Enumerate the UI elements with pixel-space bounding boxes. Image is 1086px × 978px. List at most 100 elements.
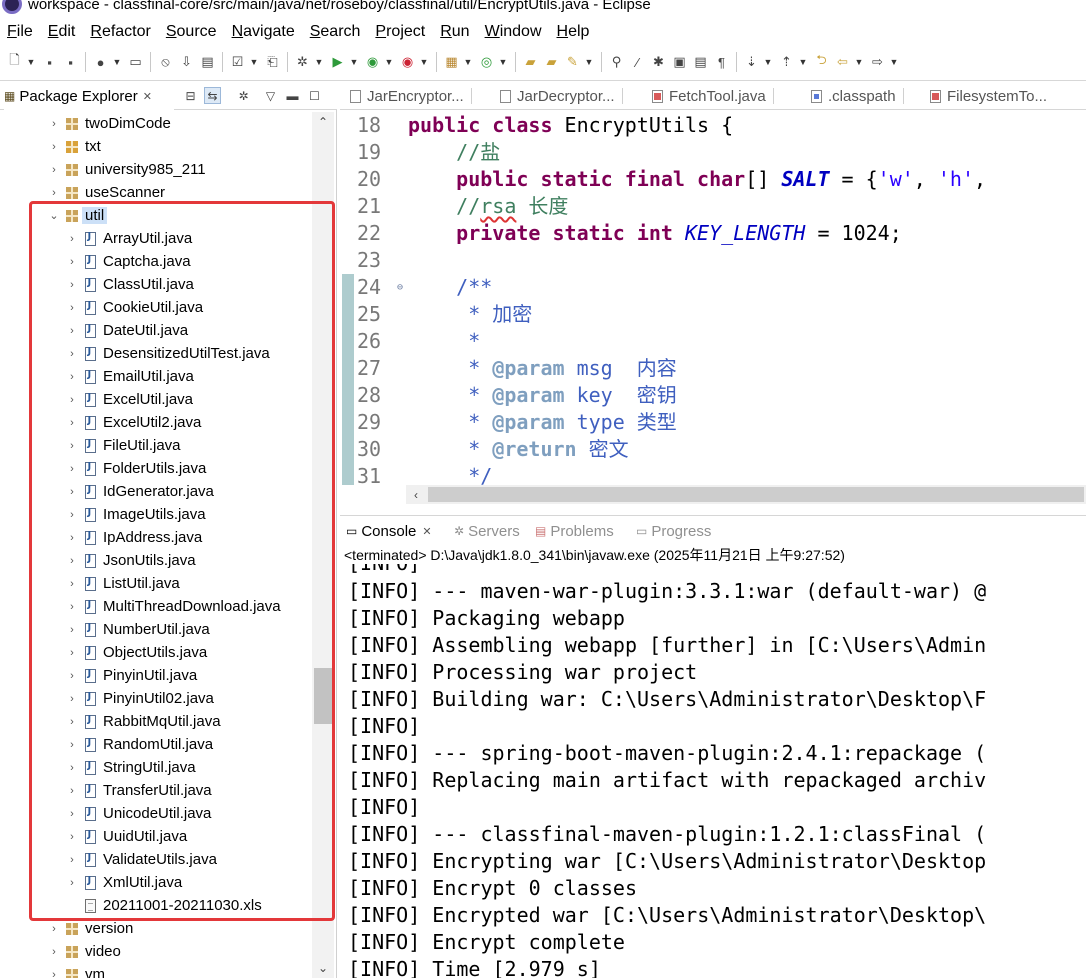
scrollbar-thumb[interactable] xyxy=(428,487,1084,502)
block-icon[interactable]: ▣ xyxy=(671,54,688,71)
menu-refactor[interactable]: Refactor xyxy=(83,23,158,41)
chevron-right-icon[interactable]: › xyxy=(48,135,60,158)
scroll-left-icon[interactable]: ‹ xyxy=(406,485,426,504)
debug-icon[interactable]: ✲ xyxy=(294,54,311,71)
menu-window[interactable]: Window xyxy=(478,23,550,41)
code-line[interactable]: 20 public static final char[] SALT = {'w… xyxy=(340,166,1086,193)
scroll-down-icon[interactable]: ⌄ xyxy=(312,958,334,978)
new-class-icon[interactable]: ◎ xyxy=(478,54,495,71)
filters-icon[interactable]: ✲ xyxy=(235,87,252,104)
highlight-icon[interactable]: ⁄ xyxy=(629,54,646,71)
debug-dropdown-icon[interactable]: ▼ xyxy=(315,54,324,71)
new-dropdown-icon[interactable]: ▼ xyxy=(27,54,36,71)
search-tools-dropdown-icon[interactable]: ▼ xyxy=(585,54,594,71)
tab-servers[interactable]: ✲ Servers xyxy=(454,520,520,542)
view-menu-icon[interactable]: ▽ xyxy=(262,87,279,104)
close-icon[interactable]: ✕ xyxy=(422,525,431,538)
external-tools-icon[interactable]: ◉ xyxy=(399,54,416,71)
code-editor[interactable]: 18 public class EncryptUtils {19 //盐 20 pu… xyxy=(340,111,1086,485)
next-annotation-icon[interactable]: ⇣ xyxy=(743,54,760,71)
code-line[interactable]: 18 public class EncryptUtils { xyxy=(340,112,1086,139)
close-icon[interactable]: ✕ xyxy=(143,90,152,103)
external-tools-dropdown-icon[interactable]: ▼ xyxy=(420,54,429,71)
code-line[interactable]: 24 ⊖ /** xyxy=(340,274,1086,301)
save-icon[interactable]: ▪ xyxy=(41,54,58,71)
tab-console[interactable]: ▭ Console ✕ xyxy=(346,520,432,542)
menu-help[interactable]: Help xyxy=(550,23,598,41)
code-line[interactable]: 31 */ xyxy=(340,463,1086,485)
forward-dropdown-icon[interactable]: ▼ xyxy=(890,54,899,71)
tab-problems[interactable]: ▤ Problems xyxy=(535,520,614,542)
code-line[interactable]: 30 * @return 密文 xyxy=(340,436,1086,463)
code-line[interactable]: 23 xyxy=(340,247,1086,274)
server-icon[interactable]: ▤ xyxy=(199,54,216,71)
chevron-right-icon[interactable]: › xyxy=(48,112,60,135)
page-icon[interactable]: ▤ xyxy=(692,54,709,71)
editor-tab[interactable]: FilesystemTo... xyxy=(930,82,1047,110)
link-with-editor-icon[interactable]: ⇆ xyxy=(204,87,221,104)
fold-icon[interactable]: ⊖ xyxy=(397,274,403,301)
code-line[interactable]: 28 * @param key 密钥 xyxy=(340,382,1086,409)
new-package-icon[interactable]: ▦ xyxy=(443,54,460,71)
open-project-icon[interactable]: ▰ xyxy=(543,54,560,71)
code-line[interactable]: 26 * xyxy=(340,328,1086,355)
search-tools-icon[interactable]: ✎ xyxy=(564,54,581,71)
editor-tab[interactable]: JarDecryptor... xyxy=(500,82,623,110)
coverage-dropdown-icon[interactable]: ▼ xyxy=(385,54,394,71)
next-annotation-dropdown-icon[interactable]: ▼ xyxy=(764,54,773,71)
open-type-icon[interactable]: ⎗ xyxy=(264,54,281,71)
pin-icon[interactable]: ⚲ xyxy=(608,54,625,71)
code-line[interactable]: 21 //rsa 长度 xyxy=(340,193,1086,220)
code-line[interactable]: 22 private static int KEY_LENGTH = 1024; xyxy=(340,220,1086,247)
console-view-icon[interactable]: ▭ xyxy=(127,54,144,71)
forward-icon[interactable]: ⇨ xyxy=(869,54,886,71)
menu-run[interactable]: Run xyxy=(433,23,477,41)
code-line[interactable]: 27 * @param msg 内容 xyxy=(340,355,1086,382)
new-package-dropdown-icon[interactable]: ▼ xyxy=(464,54,473,71)
paragraph-icon[interactable]: ¶ xyxy=(713,54,730,71)
task-icon[interactable]: ☑ xyxy=(229,54,246,71)
tree-package-item[interactable]: › twoDimCode xyxy=(0,112,312,135)
tab-package-explorer[interactable]: ▦ Package Explorer ✕ xyxy=(4,84,174,110)
prev-annotation-dropdown-icon[interactable]: ▼ xyxy=(799,54,808,71)
deploy-icon[interactable]: ⇩ xyxy=(178,54,195,71)
tree-package-item[interactable]: › university985_211 xyxy=(0,158,312,181)
task-dropdown-icon[interactable]: ▼ xyxy=(250,54,259,71)
code-line[interactable]: 25 * 加密 xyxy=(340,301,1086,328)
annotation-icon[interactable]: ✱ xyxy=(650,54,667,71)
editor-tab[interactable]: FetchTool.java xyxy=(652,82,774,110)
new-icon[interactable]: 🗋 xyxy=(6,52,23,71)
last-edit-icon[interactable]: ⮌ xyxy=(813,52,830,71)
editor-horizontal-scrollbar[interactable]: ‹ xyxy=(406,485,1086,504)
chevron-right-icon[interactable]: › xyxy=(48,940,60,963)
skip-breakpoints-icon[interactable]: ⦸ xyxy=(157,54,174,71)
menu-navigate[interactable]: Navigate xyxy=(225,23,303,41)
coverage-icon[interactable]: ◉ xyxy=(364,54,381,71)
code-line[interactable]: 29 * @param type 类型 xyxy=(340,409,1086,436)
console-output[interactable]: [INFO] [INFO] --- maven-war-plugin:3.3.1:… xyxy=(340,564,1086,978)
menu-source[interactable]: Source xyxy=(159,23,225,41)
editor-tab[interactable]: JarEncryptor... xyxy=(350,82,472,110)
new-class-dropdown-icon[interactable]: ▼ xyxy=(499,54,508,71)
menu-search[interactable]: Search xyxy=(303,23,369,41)
user-icon[interactable]: ● xyxy=(92,54,109,71)
code-line[interactable]: 19 //盐 xyxy=(340,139,1086,166)
maximize-icon[interactable]: ☐ xyxy=(306,87,323,104)
menu-edit[interactable]: Edit xyxy=(41,23,84,41)
minimize-icon[interactable]: ▬ xyxy=(284,87,301,104)
back-dropdown-icon[interactable]: ▼ xyxy=(855,54,864,71)
save-all-icon[interactable]: ▪ xyxy=(62,54,79,71)
chevron-right-icon[interactable]: › xyxy=(48,963,60,978)
menu-project[interactable]: Project xyxy=(368,23,433,41)
user-dropdown-icon[interactable]: ▼ xyxy=(113,54,122,71)
open-folder-icon[interactable]: ▰ xyxy=(522,54,539,71)
chevron-right-icon[interactable]: › xyxy=(48,158,60,181)
scroll-up-icon[interactable]: ⌃ xyxy=(312,112,334,132)
menu-file[interactable]: File xyxy=(0,23,41,41)
run-icon[interactable]: ▶ xyxy=(329,54,346,71)
tab-progress[interactable]: ▭ Progress xyxy=(636,520,711,542)
tree-package-item[interactable]: › txt xyxy=(0,135,312,158)
editor-tab[interactable]: .classpath xyxy=(811,82,904,110)
tree-package-item[interactable]: › video xyxy=(0,940,312,963)
tree-package-item[interactable]: › vm xyxy=(0,963,312,978)
